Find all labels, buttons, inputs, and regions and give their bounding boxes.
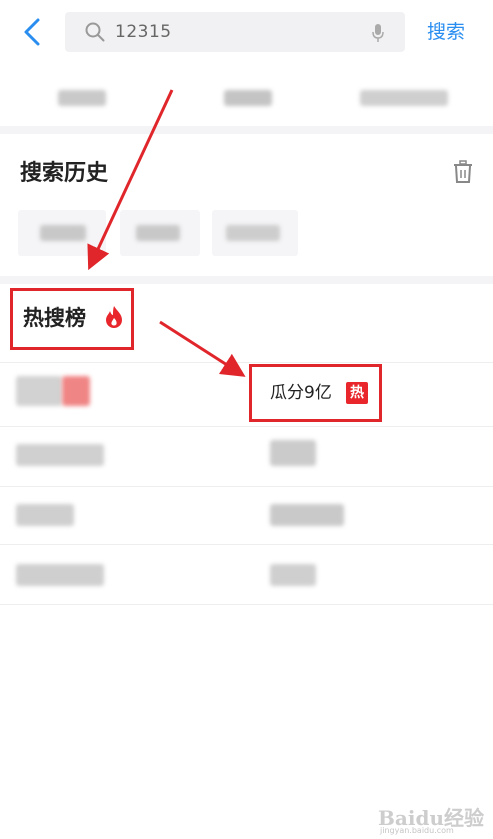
- row-divider: [0, 486, 493, 487]
- arrow-to-hot-item-icon: [159, 320, 246, 377]
- hot-list-item[interactable]: [16, 376, 62, 406]
- blurred-suggestion[interactable]: [360, 90, 448, 106]
- hot-list-header: 热搜榜: [10, 288, 134, 350]
- hot-item-label: 瓜分9亿: [270, 383, 332, 403]
- search-query: 12315: [115, 22, 172, 42]
- section-divider: [0, 276, 493, 284]
- search-button[interactable]: 搜索: [427, 20, 465, 44]
- hot-list-item[interactable]: [270, 564, 316, 586]
- back-button[interactable]: [18, 14, 48, 50]
- suggestion-row: [0, 66, 493, 126]
- top-bar: 12315 搜索: [0, 0, 493, 66]
- row-divider: [0, 544, 493, 545]
- watermark-logo: Baidu经验 jingyan.baidu.com: [370, 800, 488, 835]
- history-chip[interactable]: [18, 210, 106, 256]
- hot-list-item-badge: [62, 376, 90, 406]
- hot-list-item[interactable]: [16, 564, 104, 586]
- chevron-left-icon: [24, 18, 40, 46]
- row-divider: [0, 604, 493, 605]
- hot-list-item[interactable]: [270, 440, 316, 466]
- microphone-icon[interactable]: [371, 23, 385, 43]
- trash-icon[interactable]: [452, 160, 474, 184]
- hot-list-item[interactable]: [16, 504, 74, 526]
- hot-list-item[interactable]: [270, 504, 344, 526]
- fire-icon: [106, 306, 122, 328]
- hot-list-title: 热搜榜: [23, 306, 86, 330]
- hot-list-item-highlighted[interactable]: 瓜分9亿 热: [249, 364, 382, 422]
- search-input[interactable]: 12315: [65, 12, 405, 52]
- row-divider: [0, 426, 493, 427]
- history-chip[interactable]: [120, 210, 200, 256]
- history-title: 搜索历史: [20, 161, 109, 186]
- hot-list-item[interactable]: [16, 444, 104, 466]
- watermark-subtext: jingyan.baidu.com: [380, 826, 454, 835]
- search-icon: [85, 22, 105, 42]
- section-divider: [0, 126, 493, 134]
- blurred-suggestion[interactable]: [58, 90, 106, 106]
- history-chip[interactable]: [212, 210, 298, 256]
- hot-badge: 热: [346, 382, 368, 404]
- row-divider: [0, 362, 493, 363]
- blurred-suggestion[interactable]: [224, 90, 272, 106]
